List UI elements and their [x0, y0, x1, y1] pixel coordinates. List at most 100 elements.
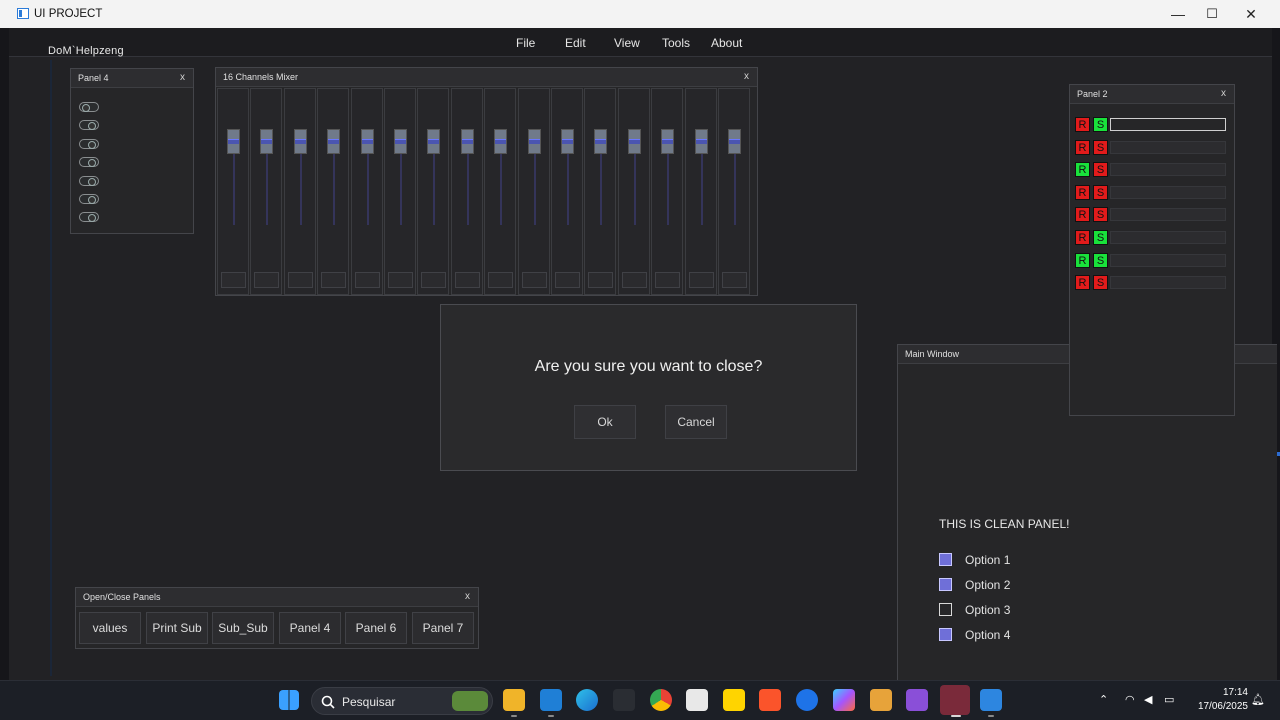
checkbox-box[interactable] [939, 628, 952, 641]
menu-tools[interactable]: Tools [662, 36, 690, 50]
panel-2-header[interactable]: Panel 2 x [1070, 85, 1234, 104]
close-window-button[interactable]: ✕ [1228, 0, 1274, 28]
row-field[interactable] [1110, 118, 1226, 131]
r-button[interactable]: R [1075, 252, 1090, 268]
checkbox-box[interactable] [939, 578, 952, 591]
fader-knob[interactable] [627, 129, 641, 154]
notification-bell-icon[interactable]: 🔔︎ [1251, 693, 1265, 706]
volume-icon[interactable]: ◀ [1144, 693, 1152, 706]
system-clock[interactable]: 17:14 17/06/2025 [1188, 686, 1248, 714]
panel-4-toggle[interactable] [79, 194, 99, 204]
s-button[interactable]: S [1093, 139, 1108, 155]
fader-knob[interactable] [227, 129, 240, 154]
fedora-icon[interactable] [796, 689, 818, 711]
sub-sub-button[interactable]: Sub_Sub [212, 612, 274, 644]
panel-4-toggle[interactable] [79, 120, 99, 131]
channel-value-field[interactable] [221, 272, 246, 288]
panel-4-button[interactable]: Panel 4 [279, 612, 341, 644]
terminal-icon[interactable] [940, 685, 970, 715]
channel-value-field[interactable] [321, 272, 347, 288]
panel-4-toggle[interactable] [79, 138, 99, 149]
channel-value-field[interactable] [621, 272, 647, 288]
sticky-notes-icon[interactable] [723, 689, 745, 711]
channel-value-field[interactable] [421, 272, 447, 288]
r-button[interactable]: R [1075, 162, 1090, 178]
r-button[interactable]: R [1075, 230, 1090, 245]
fader-knob[interactable] [360, 129, 374, 154]
row-field[interactable] [1110, 208, 1226, 222]
s-button[interactable]: S [1093, 117, 1108, 132]
search-box[interactable]: Pesquisar [311, 687, 493, 715]
s-button[interactable]: S [1093, 230, 1108, 245]
fader-knob[interactable] [394, 129, 407, 154]
s-button[interactable]: S [1093, 252, 1108, 268]
fader-knob[interactable] [460, 129, 474, 154]
channel-value-field[interactable] [555, 272, 580, 288]
cancel-button[interactable]: Cancel [665, 405, 727, 439]
brave-icon[interactable] [759, 689, 781, 711]
panel-2-close-button[interactable]: x [1221, 88, 1226, 99]
file-explorer-icon[interactable] [503, 689, 525, 711]
row-field[interactable] [1110, 185, 1226, 199]
panel-4-toggle[interactable] [79, 102, 99, 112]
start-icon[interactable] [279, 690, 299, 710]
panel-4-header[interactable]: Panel 4 x [71, 69, 193, 88]
values-button[interactable]: values [79, 612, 141, 644]
channel-value-field[interactable] [488, 272, 514, 288]
panel-4-toggle[interactable] [79, 175, 99, 186]
chrome-icon[interactable] [650, 689, 672, 711]
channel-value-field[interactable] [722, 272, 747, 288]
store-icon[interactable] [686, 689, 708, 711]
row-field[interactable] [1110, 140, 1226, 154]
r-button[interactable]: R [1075, 117, 1090, 132]
edge-icon[interactable] [576, 689, 598, 711]
channel-value-field[interactable] [454, 272, 480, 288]
wifi-icon[interactable]: ◠ [1125, 693, 1135, 706]
ui-project-icon[interactable] [980, 689, 1002, 711]
fader-knob[interactable] [594, 129, 608, 154]
channel-value-field[interactable] [388, 272, 413, 288]
app-icon-generic[interactable] [613, 689, 635, 711]
open-close-header[interactable]: Open/Close Panels x [76, 588, 478, 607]
fader-knob[interactable] [527, 129, 541, 154]
row-field[interactable] [1110, 231, 1226, 244]
visual-studio-icon[interactable] [906, 689, 928, 711]
mixer-header[interactable]: 16 Channels Mixer x [216, 68, 757, 87]
battery-icon[interactable]: ▭ [1164, 693, 1174, 706]
vscode-icon[interactable] [540, 689, 562, 711]
panel-6-button[interactable]: Panel 6 [345, 612, 407, 644]
channel-value-field[interactable] [688, 272, 714, 288]
fader-knob[interactable] [561, 129, 574, 154]
panel-4-close-button[interactable]: x [180, 72, 185, 83]
menu-view[interactable]: View [614, 36, 640, 50]
chevron-up-icon[interactable]: ⌃ [1099, 693, 1108, 706]
row-field[interactable] [1110, 276, 1226, 290]
panel-4-toggle[interactable] [79, 212, 99, 223]
r-button[interactable]: R [1075, 184, 1090, 200]
print-sub-button[interactable]: Print Sub [146, 612, 208, 644]
menu-edit[interactable]: Edit [565, 36, 586, 50]
app-icon-generic[interactable] [870, 689, 892, 711]
s-button[interactable]: S [1093, 184, 1108, 200]
r-button[interactable]: R [1075, 275, 1090, 291]
menu-about[interactable]: About [711, 36, 742, 50]
channel-value-field[interactable] [354, 272, 380, 288]
menu-file[interactable]: File [516, 36, 535, 50]
mixer-close-button[interactable]: x [744, 71, 749, 82]
checkbox-box[interactable] [939, 553, 952, 566]
r-button[interactable]: R [1075, 207, 1090, 223]
channel-value-field[interactable] [588, 272, 614, 288]
s-button[interactable]: S [1093, 207, 1108, 223]
panel-7-button[interactable]: Panel 7 [412, 612, 474, 644]
fader-knob[interactable] [661, 129, 675, 154]
channel-value-field[interactable] [287, 272, 313, 288]
row-field[interactable] [1110, 253, 1226, 267]
fader-knob[interactable] [728, 129, 741, 154]
panel-4-toggle[interactable] [79, 157, 99, 168]
row-field[interactable] [1110, 163, 1226, 177]
s-button[interactable]: S [1093, 162, 1108, 178]
copilot-icon[interactable] [833, 689, 855, 711]
fader-knob[interactable] [293, 129, 307, 154]
channel-value-field[interactable] [655, 272, 681, 288]
open-close-close-button[interactable]: x [465, 591, 470, 602]
